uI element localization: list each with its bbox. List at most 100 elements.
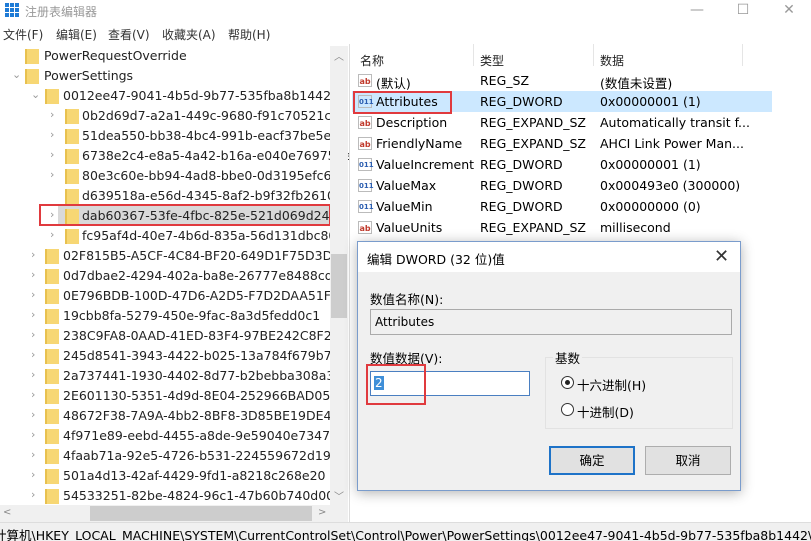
tree-item-label: 80e3c60e-bb94-4ad8-bbe0-0d3195efc663 — [82, 168, 348, 183]
tree-item[interactable]: › 51dea550-bb38-4bc4-991b-eacf37be5ec8 — [0, 126, 346, 146]
value-data: (数值未设置) — [600, 76, 673, 91]
tree-item-label: 51dea550-bb38-4bc4-991b-eacf37be5ec8 — [82, 128, 346, 143]
chevron-down-icon[interactable]: ⌄ — [31, 88, 40, 101]
tree-item[interactable]: › 4f971e89-eebd-4455-a8de-9e59040e7347 — [0, 426, 330, 446]
chevron-right-icon[interactable]: › — [31, 348, 35, 361]
ok-button[interactable]: 确定 — [549, 446, 635, 475]
value-row[interactable]: ab Description REG_EXPAND_SZ Automatically … — [352, 112, 772, 133]
horizontal-scroll-thumb[interactable] — [90, 506, 312, 521]
chevron-right-icon[interactable]: › — [31, 328, 35, 341]
value-row[interactable]: ab FriendlyName REG_EXPAND_SZ AHCI Link Pow… — [352, 133, 772, 154]
scroll-up-icon[interactable]: ︿ — [334, 48, 344, 63]
tree-item[interactable]: ⌄ PowerSettings — [0, 66, 330, 86]
column-header-name[interactable]: 名称 — [360, 52, 384, 69]
menu-edit[interactable]: 编辑(E) — [56, 26, 97, 43]
value-row[interactable]: 011 ValueMax REG_DWORD 0x000493e0 (300000) — [352, 175, 772, 196]
highlight-outline — [353, 91, 452, 114]
tree-item[interactable]: ⌄ 0012ee47-9041-4b5d-9b77-535fba8b1442 — [0, 86, 332, 106]
column-divider[interactable] — [593, 44, 594, 66]
chevron-right-icon[interactable]: › — [50, 128, 54, 141]
tree-item-label: 245d8541-3943-4422-b025-13a784f679b7 — [63, 348, 332, 363]
chevron-right-icon[interactable]: › — [31, 468, 35, 481]
tree-item[interactable]: › 48672F38-7A9A-4bb2-8BF8-3D85BE19DE4E — [0, 406, 339, 426]
value-name: FriendlyName — [376, 136, 463, 151]
folder-icon — [45, 429, 59, 444]
registry-tree[interactable]: PowerRequestOverride ⌄ PowerSettings ⌄ 0012e… — [0, 44, 350, 522]
menu-favorites[interactable]: 收藏夹(A) — [162, 26, 216, 43]
hex-label[interactable]: 十六进制(H) — [577, 375, 646, 394]
hex-radio[interactable] — [561, 376, 574, 389]
tree-item[interactable]: › 0E796BDB-100D-47D6-A2D5-F7D2DAA51F51 — [0, 286, 347, 306]
menu-file[interactable]: 文件(F) — [3, 26, 43, 43]
value-type: REG_EXPAND_SZ — [480, 115, 586, 130]
maximize-button[interactable]: ☐ — [720, 0, 766, 22]
folder-icon — [65, 189, 79, 204]
chevron-right-icon[interactable]: › — [31, 308, 35, 321]
chevron-right-icon[interactable]: › — [31, 368, 35, 381]
tree-item[interactable]: PowerRequestOverride — [0, 46, 330, 66]
tree-item[interactable]: › 02F815B5-A5CF-4C84-BF20-649D1F75D3D8 — [0, 246, 340, 266]
column-header-data[interactable]: 数据 — [600, 52, 624, 69]
tree-item[interactable]: › 0d7dbae2-4294-402a-ba8e-26777e8488cd — [0, 266, 333, 286]
string-value-icon: ab — [358, 116, 372, 129]
chevron-right-icon[interactable]: › — [31, 408, 35, 421]
tree-item[interactable]: › 80e3c60e-bb94-4ad8-bbe0-0d3195efc663 — [0, 166, 347, 186]
value-row[interactable]: 011 ValueIncrement REG_DWORD 0x00000001 (1) — [352, 154, 772, 175]
cancel-button[interactable]: 取消 — [645, 446, 731, 475]
column-header-type[interactable]: 类型 — [480, 52, 504, 69]
menu-bar: 文件(F) 编辑(E) 查看(V) 收藏夹(A) 帮助(H) — [0, 24, 811, 44]
minimize-button[interactable]: — — [674, 0, 720, 22]
tree-item-label: 0012ee47-9041-4b5d-9b77-535fba8b1442 — [63, 88, 332, 103]
chevron-right-icon[interactable]: › — [50, 228, 54, 241]
decimal-label[interactable]: 十进制(D) — [577, 402, 634, 421]
chevron-right-icon[interactable]: › — [31, 428, 35, 441]
folder-icon — [65, 229, 79, 244]
value-row[interactable]: ab ValueUnits REG_EXPAND_SZ millisecond — [352, 217, 772, 238]
value-type: REG_EXPAND_SZ — [480, 220, 586, 235]
decimal-radio[interactable] — [561, 403, 574, 416]
chevron-right-icon[interactable]: › — [31, 488, 35, 501]
chevron-right-icon[interactable]: › — [50, 148, 54, 161]
chevron-right-icon[interactable]: › — [31, 268, 35, 281]
tree-item[interactable]: › 4faab71a-92e5-4726-b531-224559672d19 — [0, 446, 331, 466]
tree-item[interactable]: › 0b2d69d7-a2a1-449c-9680-f91c70521c60 — [0, 106, 347, 126]
tree-item[interactable]: › 2a737441-1930-4402-8d77-b2bebba308a3 — [0, 366, 334, 386]
value-data: 0x00000001 (1) — [600, 157, 701, 172]
tree-item[interactable]: › 245d8541-3943-4422-b025-13a784f679b7 — [0, 346, 332, 366]
chevron-right-icon[interactable]: › — [31, 388, 35, 401]
value-type: REG_SZ — [480, 73, 530, 88]
value-row[interactable]: ab (默认) REG_SZ (数值未设置) — [352, 70, 772, 91]
close-icon[interactable]: ✕ — [714, 246, 729, 267]
chevron-right-icon[interactable]: › — [31, 288, 35, 301]
tree-item[interactable]: › 238C9FA8-0AAD-41ED-83F4-97BE242C8F20 — [0, 326, 340, 346]
value-name: ValueMax — [376, 178, 437, 193]
tree-item[interactable]: › 54533251-82be-4824-96c1-47b60b740d00 — [0, 486, 334, 506]
folder-icon — [25, 69, 39, 84]
chevron-right-icon[interactable]: › — [50, 108, 54, 121]
chevron-right-icon[interactable]: › — [31, 248, 35, 261]
edit-dword-dialog: 编辑 DWORD (32 位)值 ✕ 数值名称(N): Attributes 数… — [357, 241, 741, 491]
menu-help[interactable]: 帮助(H) — [228, 26, 270, 43]
vertical-scroll-thumb[interactable] — [331, 254, 347, 318]
chevron-right-icon[interactable]: › — [31, 448, 35, 461]
close-window-button[interactable]: ✕ — [766, 0, 811, 22]
tree-item[interactable]: › 6738e2c4-e8a5-4a42-b16a-e040e769756e — [0, 146, 349, 166]
column-divider[interactable] — [473, 44, 474, 66]
chevron-down-icon[interactable]: ⌄ — [12, 68, 21, 81]
scroll-left-icon[interactable]: < — [3, 507, 11, 518]
tree-item[interactable]: › fc95af4d-40e7-4b6d-835a-56d131dbc80e — [0, 226, 344, 246]
tree-item[interactable]: › 2E601130-5351-4d9d-8E04-252966BAD054 — [0, 386, 338, 406]
value-row[interactable]: 011 ValueMin REG_DWORD 0x00000000 (0) — [352, 196, 772, 217]
tree-item[interactable]: › 501a4d13-42af-4429-9fd1-a8218c268e20 — [0, 466, 330, 486]
column-divider[interactable] — [742, 44, 743, 66]
scroll-right-icon[interactable]: > — [318, 507, 326, 518]
tree-item-label: 2a737441-1930-4402-8d77-b2bebba308a3 — [63, 368, 335, 383]
tree-item[interactable]: d639518a-e56d-4345-8af2-b9f32fb26109 — [0, 186, 343, 206]
scroll-down-icon[interactable]: ﹀ — [334, 488, 344, 503]
chevron-right-icon[interactable]: › — [50, 168, 54, 181]
folder-icon — [65, 149, 79, 164]
value-data: 0x00000001 (1) — [600, 94, 701, 109]
tree-item[interactable]: › 19cbb8fa-5279-450e-9fac-8a3d5fedd0c1 — [0, 306, 330, 326]
current-key-path: 计算机\HKEY_LOCAL_MACHINE\SYSTEM\CurrentCon… — [0, 528, 811, 541]
menu-view[interactable]: 查看(V) — [108, 26, 150, 43]
